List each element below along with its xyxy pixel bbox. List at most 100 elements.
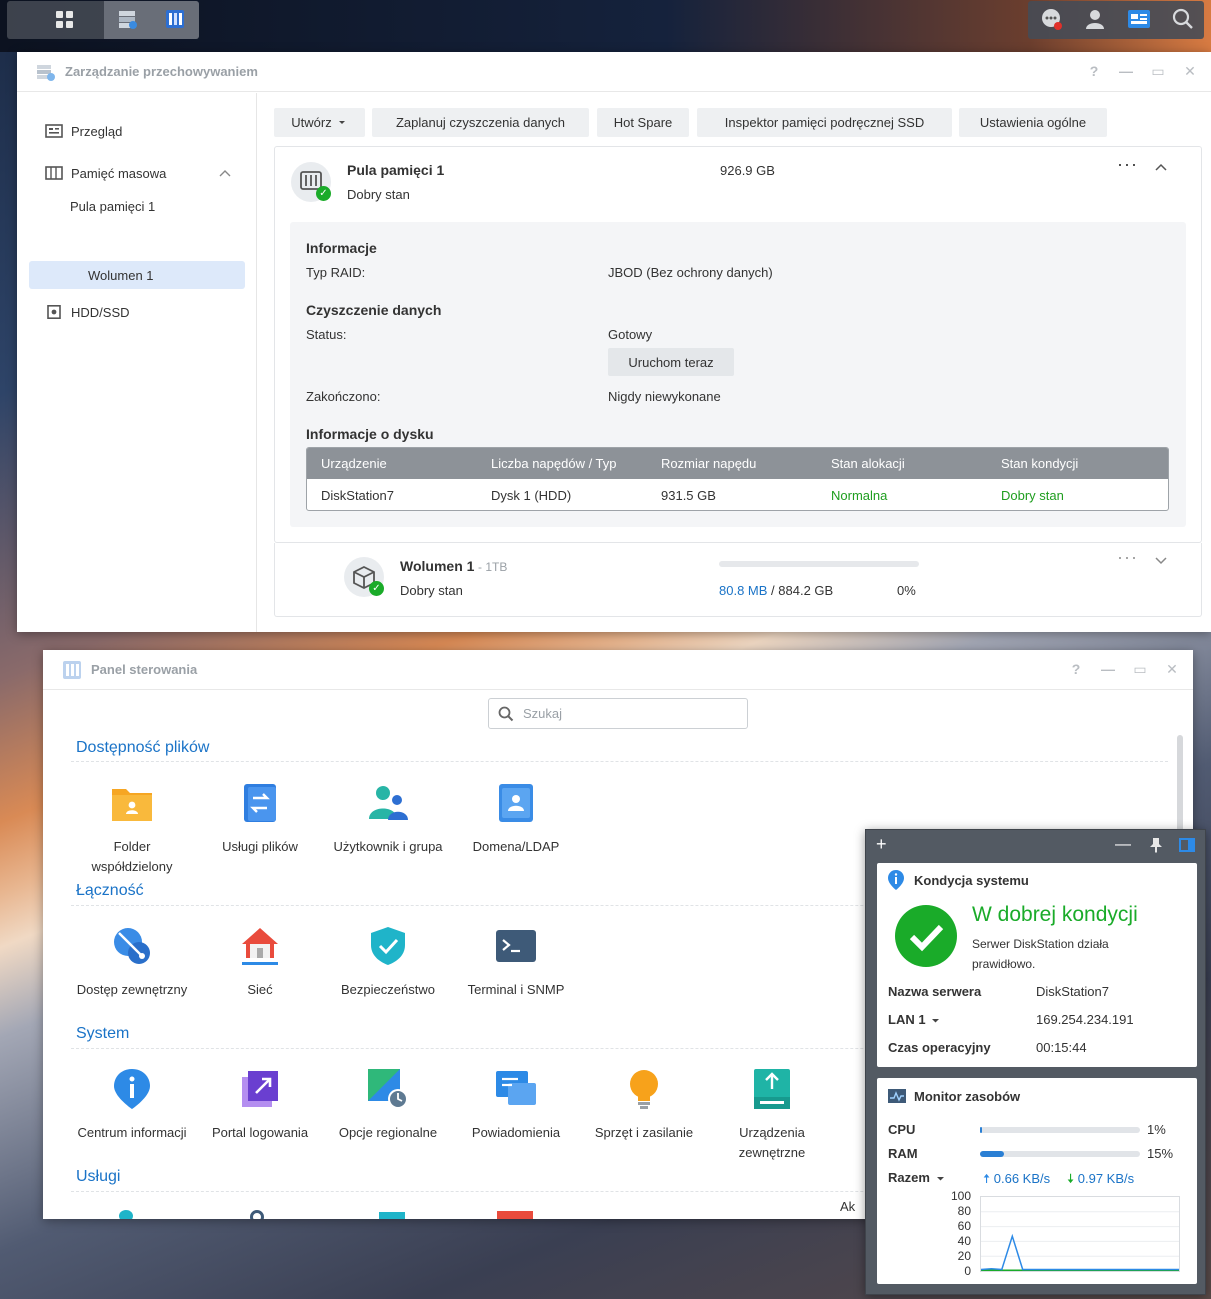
minimize-icon[interactable]: —	[1119, 63, 1133, 80]
column-header[interactable]: Liczba napędów / Typ	[477, 456, 647, 471]
download-value: 0.97 KB/s	[1077, 1171, 1135, 1186]
cell-device: DiskStation7	[321, 487, 394, 503]
control-panel-taskbar-icon[interactable]	[164, 8, 186, 33]
sidebar-item-overview[interactable]: Przegląd	[17, 121, 257, 141]
widgets-header: + —	[866, 830, 1205, 859]
create-button-label: Utwórz	[291, 115, 332, 130]
pool-icon: ✓	[291, 162, 331, 202]
terminal-snmp-item[interactable]: Terminal i SNMP	[456, 924, 576, 1000]
help-icon[interactable]: ?	[1087, 63, 1101, 80]
widgets-icon[interactable]	[1127, 8, 1151, 33]
notifications-item[interactable]: Powiadomienia	[456, 1067, 576, 1143]
more-options-icon[interactable]: ···	[1117, 547, 1138, 568]
volume-title: Wolumen 1 - 1TB	[400, 558, 507, 574]
column-header[interactable]: Rozmiar napędu	[647, 456, 817, 471]
overview-icon	[45, 124, 63, 138]
sidebar-item-storage[interactable]: Pamięć masowa	[17, 163, 257, 183]
disk-info-table: Urządzenie Liczba napędów / Typ Rozmiar …	[306, 447, 1169, 511]
volume-percent: 0%	[897, 583, 916, 598]
minimize-icon[interactable]: —	[1101, 661, 1115, 678]
network-dropdown[interactable]: Razem	[888, 1170, 945, 1185]
minimize-icon[interactable]: —	[1115, 836, 1131, 854]
login-portal-icon	[242, 1071, 278, 1107]
taskbar-right	[1028, 1, 1204, 39]
domain-icon	[499, 784, 533, 822]
column-header[interactable]: Stan kondycji	[987, 456, 1157, 471]
info-icon	[888, 870, 904, 890]
notifications-icon[interactable]	[1039, 7, 1063, 34]
volume-icon: ✓	[344, 557, 384, 597]
hardware-power-item[interactable]: Sprzęt i zasilanie	[584, 1067, 704, 1143]
login-portal-item[interactable]: Portal logowania	[200, 1067, 320, 1143]
sidebar-item-hdd[interactable]: HDD/SSD	[17, 302, 257, 322]
cell-allocation: Normalna	[831, 487, 888, 503]
chevron-down-icon[interactable]	[1155, 557, 1167, 565]
storage-manager-taskbar-icon[interactable]	[117, 8, 139, 33]
sidebar-item-label: HDD/SSD	[71, 304, 130, 320]
pool-status: Dobry stan	[347, 187, 410, 202]
section-divider	[71, 761, 1168, 762]
folder-icon	[112, 789, 152, 821]
maximize-icon[interactable]: ▭	[1133, 661, 1147, 678]
search-input[interactable]: Szukaj	[488, 698, 748, 729]
schedule-scrubbing-button[interactable]: Zaplanuj czyszczenia danych	[372, 108, 589, 137]
sidebar-item-label: Pamięć masowa	[71, 165, 167, 181]
add-widget-icon[interactable]: +	[876, 834, 887, 855]
regional-options-item[interactable]: Opcje regionalne	[328, 1067, 448, 1143]
window-title: Panel sterowania	[91, 662, 198, 677]
cpu-label: CPU	[888, 1122, 916, 1137]
item-label: Urządzenia zewnętrzne	[738, 1125, 806, 1160]
partial-service-icon	[119, 1210, 133, 1219]
sidebar-item-volume[interactable]: Wolumen 1	[88, 268, 154, 283]
external-devices-item[interactable]: Urządzenia zewnętrzne	[712, 1067, 832, 1163]
shared-folder-item[interactable]: Folder współdzielony	[72, 781, 192, 877]
column-header[interactable]: Urządzenie	[307, 456, 477, 471]
raid-type-value: JBOD (Bez ochrony danych)	[608, 265, 773, 280]
ssd-cache-advisor-button[interactable]: Inspektor pamięci podręcznej SSD	[697, 108, 952, 137]
hot-spare-button[interactable]: Hot Spare	[597, 108, 689, 137]
maximize-icon[interactable]: ▭	[1151, 63, 1165, 80]
item-label: Dostęp zewnętrzny	[76, 982, 188, 997]
volume-total: / 884.2 GB	[771, 583, 834, 598]
volume-status: Dobry stan	[400, 583, 463, 598]
run-now-button[interactable]: Uruchom teraz	[608, 348, 734, 376]
table-row[interactable]: DiskStation7 Dysk 1 (HDD) 931.5 GB Norma…	[307, 479, 1168, 510]
ram-usage-fill	[980, 1151, 1004, 1157]
lan-dropdown[interactable]: LAN 1	[888, 1012, 940, 1027]
main-menu-button[interactable]	[40, 1, 90, 39]
security-item[interactable]: Bezpieczeństwo	[328, 924, 448, 1000]
window-titlebar[interactable]: Zarządzanie przechowywaniem ? — ▭ ✕	[17, 52, 1211, 92]
taskbar-apps	[104, 1, 199, 39]
pin-icon[interactable]	[1149, 837, 1163, 853]
item-label: Użytkownik i grupa	[333, 839, 443, 854]
column-header[interactable]: Stan alokacji	[817, 456, 987, 471]
pool-details-panel: Informacje Typ RAID: JBOD (Bez ochrony d…	[290, 222, 1186, 527]
sidebar-item-pool[interactable]: Pula pamięci 1	[70, 199, 155, 214]
chevron-up-icon[interactable]	[219, 169, 231, 177]
file-services-item[interactable]: Usługi plików	[200, 781, 320, 857]
global-settings-button[interactable]: Ustawienia ogólne	[959, 108, 1107, 137]
external-access-item[interactable]: Dostęp zewnętrzny	[72, 924, 192, 1000]
disk-icon	[47, 305, 61, 319]
scrollbar[interactable]	[1177, 735, 1183, 835]
network-item[interactable]: Sieć	[200, 924, 320, 1000]
close-icon[interactable]: ✕	[1165, 661, 1179, 678]
dock-icon[interactable]	[1179, 837, 1195, 852]
help-icon[interactable]: ?	[1069, 661, 1083, 678]
control-panel-app-icon	[63, 660, 81, 679]
create-button[interactable]: Utwórz	[274, 108, 365, 137]
close-icon[interactable]: ✕	[1183, 63, 1197, 80]
window-titlebar[interactable]: Panel sterowania ? — ▭ ✕	[43, 650, 1193, 690]
user-group-item[interactable]: Użytkownik i grupa	[328, 781, 448, 857]
monitor-icon	[888, 1089, 906, 1103]
widget-title: Monitor zasobów	[914, 1089, 1021, 1104]
regional-clock-icon	[368, 1069, 408, 1109]
info-center-item[interactable]: Centrum informacji	[72, 1067, 192, 1143]
cpu-usage-bar	[980, 1127, 1140, 1133]
download-arrow-icon: 🠇	[1067, 1171, 1075, 1186]
user-icon[interactable]	[1084, 8, 1106, 33]
more-options-icon[interactable]: ···	[1117, 154, 1138, 175]
chevron-up-icon[interactable]	[1155, 163, 1167, 171]
search-icon[interactable]	[1172, 8, 1194, 33]
domain-ldap-item[interactable]: Domena/LDAP	[456, 781, 576, 857]
